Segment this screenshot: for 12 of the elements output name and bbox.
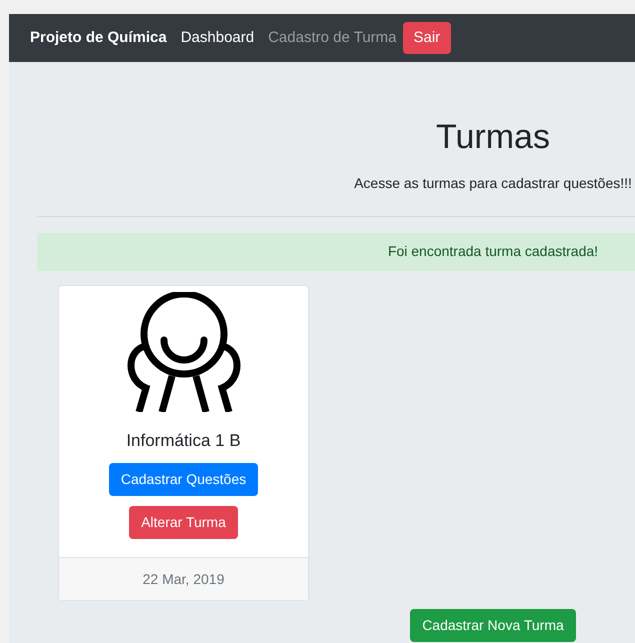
- nav-link[interactable]: Cadastro de Turma: [268, 26, 396, 50]
- success-alert: Foi encontrada turma cadastrada!: [37, 232, 635, 270]
- card-button[interactable]: Cadastrar Questões: [108, 463, 258, 496]
- card-button[interactable]: Alterar Turma: [129, 506, 238, 539]
- brand-title[interactable]: Projeto de Química: [30, 26, 167, 50]
- page-title: Turmas: [436, 117, 550, 158]
- card-footer: 22 Mar, 2019: [59, 557, 308, 600]
- new-class-button[interactable]: Cadastrar Nova Turma: [410, 609, 576, 642]
- card-title: Informática 1 B: [126, 430, 241, 452]
- page-subtitle: Acesse as turmas para cadastrar questões!!!: [354, 174, 632, 193]
- nav-link[interactable]: Dashboard: [180, 26, 254, 50]
- logout-button[interactable]: Sair: [402, 22, 452, 54]
